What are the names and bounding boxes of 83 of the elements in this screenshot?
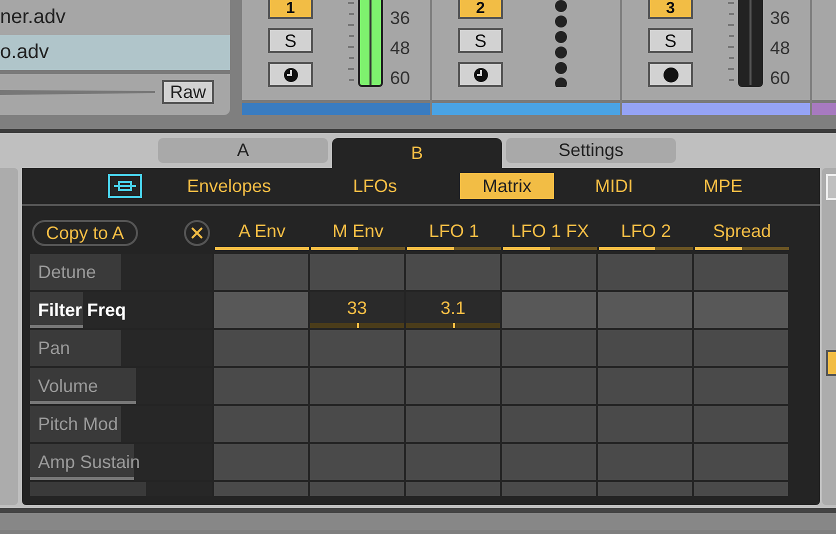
matrix-cell[interactable] — [694, 406, 788, 442]
side-button[interactable] — [826, 350, 836, 376]
tab[interactable]: A — [158, 138, 328, 163]
matrix-cell[interactable] — [310, 406, 404, 442]
subtab[interactable]: MIDI — [554, 173, 674, 199]
matrix-cell[interactable] — [694, 330, 788, 366]
subtab[interactable]: Envelopes — [168, 173, 290, 199]
file-item[interactable]: o.adv — [0, 35, 230, 70]
matrix-cell[interactable] — [694, 368, 788, 404]
cell-value: 3.1 — [439, 297, 467, 320]
parameter-label: Pan — [38, 337, 70, 360]
matrix-cell[interactable] — [598, 444, 692, 480]
scale-label: 48 — [770, 37, 790, 60]
parameter-label: Amp Sustain — [38, 451, 140, 474]
solo-button[interactable]: S — [648, 28, 693, 53]
column-header[interactable]: LFO 1 — [428, 218, 480, 244]
raw-button[interactable]: Raw — [162, 80, 214, 104]
scale-label: 48 — [390, 37, 410, 60]
tab[interactable]: B — [332, 138, 502, 168]
subtab[interactable]: MPE — [674, 173, 772, 199]
clock-icon — [282, 66, 298, 82]
matrix-cell[interactable] — [214, 368, 308, 404]
matrix-cell[interactable] — [502, 406, 596, 442]
column-header[interactable]: A Env — [238, 218, 286, 244]
matrix-cell[interactable] — [214, 292, 308, 328]
matrix-cell[interactable] — [694, 254, 788, 290]
matrix-cell[interactable] — [310, 444, 404, 480]
matrix-cell[interactable]: 3.1 — [406, 292, 500, 328]
column-header[interactable]: Spread — [712, 218, 772, 244]
matrix-cell[interactable] — [406, 254, 500, 290]
monitor-button[interactable] — [648, 62, 693, 87]
parameter-label: Volume — [38, 375, 98, 398]
copy-button[interactable]: Copy to A — [32, 220, 138, 246]
matrix-cell[interactable] — [598, 292, 692, 328]
parameter-label: Pitch Mod — [38, 413, 118, 436]
tab[interactable]: Settings — [506, 138, 676, 163]
matrix-cell[interactable] — [598, 330, 692, 366]
column-header[interactable]: LFO 2 — [620, 218, 672, 244]
cell-value: 33 — [346, 297, 368, 320]
matrix-cell[interactable] — [214, 254, 308, 290]
parameter-label: Filter Freq — [38, 299, 126, 322]
column-header[interactable]: LFO 1 FX — [510, 218, 590, 244]
file-item[interactable]: ner.adv — [0, 0, 230, 35]
matrix-cell[interactable] — [406, 444, 500, 480]
matrix-cell[interactable] — [502, 292, 596, 328]
record-icon — [662, 66, 678, 82]
track-number-button[interactable]: 1 — [268, 0, 313, 19]
close-icon[interactable] — [184, 220, 210, 246]
matrix-cell[interactable]: 33 — [310, 292, 404, 328]
matrix-cell[interactable] — [502, 330, 596, 366]
clock-icon — [472, 66, 488, 82]
matrix-cell[interactable] — [598, 254, 692, 290]
matrix-cell[interactable] — [310, 254, 404, 290]
envelope-icon — [108, 174, 142, 198]
subtab[interactable]: LFOs — [290, 173, 460, 199]
monitor-button[interactable] — [458, 62, 503, 87]
matrix-cell[interactable] — [406, 406, 500, 442]
matrix-cell[interactable] — [502, 368, 596, 404]
matrix-cell[interactable] — [214, 444, 308, 480]
matrix-cell[interactable] — [214, 406, 308, 442]
scale-label: 60 — [770, 67, 790, 90]
column-header[interactable]: M Env — [332, 218, 384, 244]
matrix-cell[interactable] — [406, 330, 500, 366]
matrix-cell[interactable] — [598, 368, 692, 404]
parameter-label: Detune — [38, 261, 96, 284]
track-number-button[interactable]: 2 — [458, 0, 503, 19]
matrix-cell[interactable] — [214, 330, 308, 366]
solo-button[interactable]: S — [268, 28, 313, 53]
solo-button[interactable]: S — [458, 28, 503, 53]
scale-label: 60 — [390, 67, 410, 90]
matrix-cell[interactable] — [694, 292, 788, 328]
matrix-cell[interactable] — [598, 406, 692, 442]
matrix-cell[interactable] — [502, 444, 596, 480]
matrix-cell[interactable] — [310, 368, 404, 404]
matrix-cell[interactable] — [310, 330, 404, 366]
subtab[interactable]: Matrix — [460, 173, 554, 199]
track-number-button[interactable]: 3 — [648, 0, 693, 19]
scale-label: 36 — [390, 7, 410, 30]
monitor-button[interactable] — [268, 62, 313, 87]
matrix-cell[interactable] — [406, 368, 500, 404]
matrix-cell[interactable] — [694, 444, 788, 480]
scale-label: 36 — [770, 7, 790, 30]
matrix-cell[interactable] — [502, 254, 596, 290]
